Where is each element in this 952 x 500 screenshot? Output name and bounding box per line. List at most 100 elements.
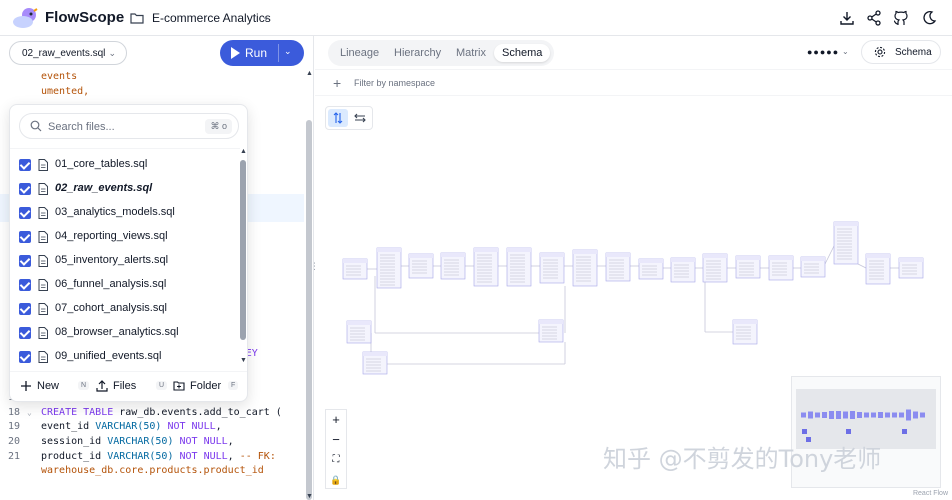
table-node[interactable]: [362, 351, 388, 375]
schema-canvas[interactable]: + − ⛶ 🔒 知乎 @不剪发的Tony老师 React Flow: [315, 96, 952, 500]
plus-icon[interactable]: +: [333, 75, 341, 91]
share-icon[interactable]: [865, 9, 883, 27]
display-options-dots[interactable]: ●●●●●: [807, 47, 839, 57]
checkbox[interactable]: [19, 351, 31, 363]
code-line[interactable]: umented,: [0, 85, 304, 100]
checkbox[interactable]: [19, 255, 31, 267]
tab-hierarchy[interactable]: Hierarchy: [386, 44, 449, 62]
watermark: 知乎 @不剪发的Tony老师: [603, 445, 882, 473]
code-text: session_id VARCHAR(50) NOT NULL,: [41, 436, 234, 447]
minimap-node: [892, 412, 897, 418]
table-node[interactable]: [735, 255, 761, 279]
github-icon[interactable]: [892, 9, 910, 27]
checkbox[interactable]: [19, 279, 31, 291]
chevron-down-icon: ⌄: [108, 48, 116, 58]
file-list: 01_core_tables.sql 02_raw_events.sql 03_an…: [10, 148, 240, 364]
file-name: 06_funnel_analysis.sql: [55, 278, 167, 290]
react-flow-credit[interactable]: React Flow: [913, 490, 948, 497]
zoom-out-button[interactable]: −: [326, 430, 346, 450]
tab-matrix[interactable]: Matrix: [448, 44, 494, 62]
run-button-label: Run: [245, 46, 268, 60]
folder-icon[interactable]: [130, 11, 144, 25]
code-line[interactable]: 21 product_id VARCHAR(50) NOT NULL, -- F…: [0, 450, 304, 465]
table-node[interactable]: [898, 257, 924, 279]
file-icon: [38, 159, 48, 171]
fit-view-button[interactable]: ⛶: [326, 450, 346, 470]
file-list-item[interactable]: 03_analytics_models.sql: [10, 201, 240, 225]
table-node[interactable]: [702, 253, 728, 283]
code-line[interactable]: warehouse_db.core.products.product_id: [0, 464, 304, 479]
run-button[interactable]: Run ⌄: [220, 40, 304, 66]
code-line[interactable]: 18 ⌄ CREATE TABLE raw_db.events.add_to_car…: [0, 406, 304, 421]
file-search-input[interactable]: Search files... ⌘ o: [19, 113, 239, 139]
lock-icon[interactable]: 🔒: [326, 470, 346, 490]
file-list-item[interactable]: 04_reporting_views.sql: [10, 225, 240, 249]
file-list-item[interactable]: 08_browser_analytics.sql: [10, 321, 240, 345]
checkbox[interactable]: [19, 327, 31, 339]
table-node[interactable]: [473, 247, 499, 287]
search-icon: [30, 120, 42, 132]
table-node[interactable]: [342, 258, 368, 280]
play-icon: [231, 47, 240, 59]
chevron-down-icon[interactable]: ⌄: [262, 12, 270, 23]
checkbox[interactable]: [19, 303, 31, 315]
table-node[interactable]: [539, 252, 565, 284]
tab-lineage[interactable]: Lineage: [332, 44, 387, 62]
code-line[interactable]: 19 event_id VARCHAR(50) NOT NULL,: [0, 420, 304, 435]
file-list-item[interactable]: 01_core_tables.sql: [10, 153, 240, 177]
file-list-item[interactable]: 05_inventory_alerts.sql: [10, 249, 240, 273]
checkbox[interactable]: [19, 159, 31, 171]
table-node[interactable]: [376, 247, 402, 289]
file-icon: [38, 303, 48, 315]
table-node[interactable]: [506, 247, 532, 287]
namespace-filter[interactable]: + Filter by namespace: [315, 69, 952, 96]
table-node[interactable]: [605, 252, 631, 282]
table-node[interactable]: [670, 257, 696, 283]
table-node[interactable]: [800, 256, 826, 278]
table-node[interactable]: [408, 253, 434, 279]
fold-chevron-icon[interactable]: ⌄: [27, 406, 32, 421]
table-node[interactable]: [346, 320, 372, 344]
table-node[interactable]: [768, 255, 794, 281]
table-node[interactable]: [638, 258, 664, 280]
editor-scrollbar[interactable]: ▲ ▼: [304, 70, 314, 500]
flowscope-logo-icon: [13, 8, 38, 28]
schema-button[interactable]: Schema: [861, 40, 941, 64]
code-line[interactable]: 20 session_id VARCHAR(50) NOT NULL,: [0, 435, 304, 450]
file-list-scrollbar-thumb[interactable]: [240, 160, 246, 340]
file-list-item[interactable]: 02_raw_events.sql: [10, 177, 240, 201]
checkbox[interactable]: [19, 231, 31, 243]
code-text: product_id VARCHAR(50) NOT NULL, -- FK:: [41, 450, 276, 462]
editor-scrollbar-thumb[interactable]: [306, 120, 312, 500]
tab-schema[interactable]: Schema: [494, 44, 551, 62]
zoom-in-button[interactable]: +: [326, 410, 346, 430]
file-list-item[interactable]: 06_funnel_analysis.sql: [10, 273, 240, 297]
minimap-node: [815, 412, 820, 418]
relationship-edge: [857, 263, 867, 269]
minimap-node: [864, 412, 869, 418]
line-number: 19: [7, 421, 20, 433]
file-icon: [38, 231, 48, 243]
table-node[interactable]: [572, 249, 598, 287]
moon-icon[interactable]: [920, 9, 938, 27]
code-line[interactable]: events: [0, 70, 304, 85]
minimap-node: [871, 412, 876, 418]
file-select[interactable]: 02_raw_events.sql ⌄: [9, 41, 127, 65]
table-node[interactable]: [865, 253, 891, 285]
chevron-down-icon[interactable]: ⌄: [842, 47, 849, 56]
file-picker-popover: Search files... ⌘ o 01_core_tables.sql 02…: [9, 104, 248, 402]
file-list-item[interactable]: 07_cohort_analysis.sql: [10, 297, 240, 321]
checkbox[interactable]: [19, 207, 31, 219]
checkbox[interactable]: [19, 183, 31, 195]
run-options-chevron-icon[interactable]: ⌄: [284, 46, 292, 57]
table-node[interactable]: [732, 319, 758, 345]
project-name[interactable]: E-commerce Analytics: [152, 11, 271, 25]
visualization-panel: Lineage Hierarchy Matrix Schema ●●●●● ⌄ …: [315, 36, 952, 500]
file-list-scrollbar[interactable]: ▲ ▼: [239, 148, 248, 364]
download-icon[interactable]: [838, 9, 856, 27]
file-list-item[interactable]: 09_unified_events.sql: [10, 345, 240, 364]
table-node[interactable]: [440, 252, 466, 280]
minimap-node: [885, 412, 890, 418]
table-node[interactable]: [833, 221, 859, 265]
table-node[interactable]: [538, 319, 564, 343]
